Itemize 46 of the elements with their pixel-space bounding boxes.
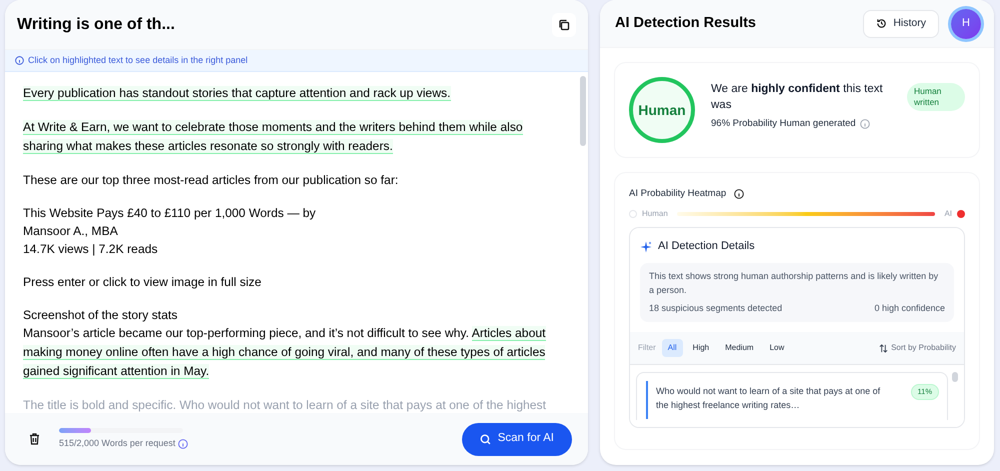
search-icon — [480, 434, 491, 444]
summary-text: This text shows strong human authorship patterns and is likely written by a person. — [649, 270, 940, 297]
paragraph: This Website Pays £40 to £110 per 1,000 Words — by — [23, 205, 317, 222]
word-count: 515/2,000 Words per request — [59, 436, 176, 450]
filter-tab[interactable]: High — [686, 339, 716, 358]
segment-accent — [646, 381, 648, 420]
history-icon — [876, 18, 888, 29]
details-title: AI Detection Details — [658, 239, 755, 254]
verdict-badge: Human written — [907, 83, 965, 111]
scrollbar-thumb[interactable] — [952, 372, 958, 382]
sort-button[interactable]: Sort by Probability — [879, 342, 956, 354]
paragraph: 14.7K views | 7.2K reads — [23, 241, 159, 258]
filter-tab[interactable]: Medium — [719, 339, 760, 358]
high-confidence-count: 0 high confidence — [874, 302, 945, 315]
filter-tab[interactable]: All — [662, 339, 683, 358]
delete-button[interactable] — [27, 431, 41, 447]
verdict-headline: We are highly confident this text was — [711, 82, 884, 113]
sort-icon — [879, 344, 888, 353]
heatmap-title: AI Probability Heatmap — [629, 187, 726, 201]
paragraph: Screenshot of the story stats — [23, 307, 178, 324]
paragraph: These are our top three most-read articles from our publication so far: — [23, 172, 400, 189]
faded-paragraph: The title is bold and specific. Who would not want to learn of a site that pays at one of the highest — [23, 397, 548, 413]
user-avatar[interactable]: H — [951, 8, 981, 38]
document-title: Writing is one of th... — [17, 14, 175, 34]
scan-button[interactable]: Scan for AI — [462, 422, 572, 456]
probability-text: 96% Probability Human generated — [711, 117, 856, 131]
segment-text: Who would not want to learn of a site that pays at one of the highest freelance writing rates… — [656, 385, 881, 412]
history-button[interactable]: History — [863, 10, 939, 38]
scale-label: Human — [642, 208, 668, 220]
info-text: Click on highlighted text to see details in the right panel — [28, 54, 248, 67]
paragraph: At Write & Earn, we want to celebrate those moments and the writers behind them while also sharing what makes these articles resonate so strongly with readers. — [23, 119, 524, 156]
info-icon[interactable] — [734, 189, 744, 200]
panel-title: AI Detection Results — [615, 14, 757, 33]
paragraph: Mansoor A., MBA — [23, 223, 119, 240]
copy-icon — [558, 18, 570, 30]
filter-label: Filter — [638, 342, 656, 354]
info-icon — [15, 56, 24, 65]
scrollbar-thumb[interactable] — [580, 76, 586, 146]
paragraph: Every publication has standout stories that capture attention and rack up views. — [23, 85, 452, 103]
paragraph: Mansoor’s article became our top-performing piece, and it’s not difficult to see why. Articles about making money online often have a high chance of going viral, and many of these types of articles gained significant attention in May. — [23, 325, 547, 381]
copy-button[interactable] — [552, 12, 576, 36]
scale-label: AI — [944, 208, 952, 220]
paragraph: Press enter or click to view image in full size — [23, 274, 262, 291]
filter-tab[interactable]: Low — [764, 339, 790, 358]
segments-count: 18 suspicious segments detected — [649, 302, 782, 315]
sparkle-icon — [640, 240, 652, 252]
